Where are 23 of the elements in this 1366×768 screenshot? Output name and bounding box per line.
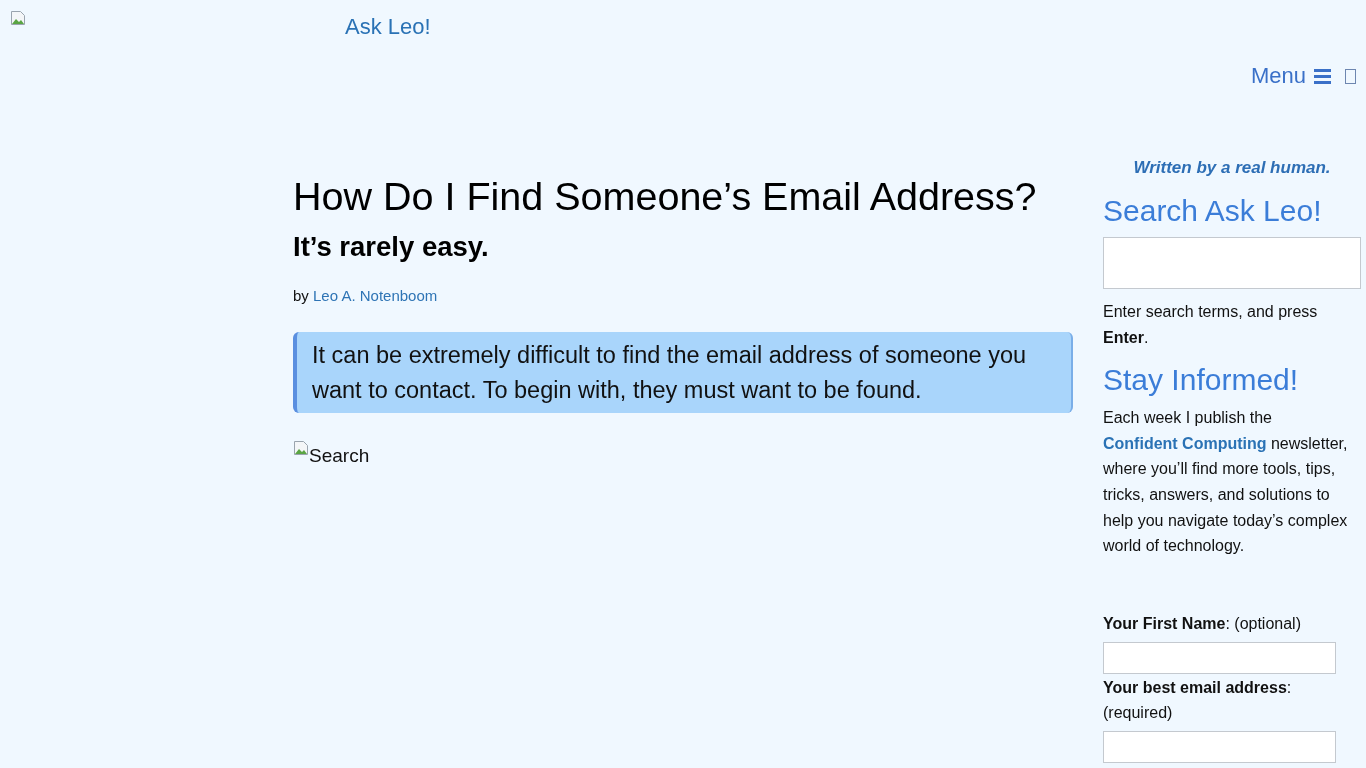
section-heading: Search Ask Leo!	[1103, 193, 1323, 229]
byline-text: by Leo A. Notenboom	[293, 286, 439, 306]
input-field[interactable]	[1103, 641, 1336, 674]
field-label: Your First Name: (optional)	[1103, 613, 1302, 634]
hamburger-icon	[1314, 68, 1331, 84]
article-subtitle: It’s rarely easy.	[293, 231, 490, 263]
newsletter-text: Each week I publish the Confident Computing newsletter, where you’ll find more tools, tips, tricks, answers, and solutions to help you navigate today’s complex world of technology.	[1103, 408, 1349, 557]
broken-image-icon	[10, 10, 26, 26]
input-field[interactable]	[1103, 730, 1336, 763]
square-icon[interactable]	[1345, 68, 1356, 84]
summary-callout: It can be extremely difficult to find the email address of someone you want to contact. To begin with, they must want to be found.	[293, 332, 1073, 413]
hint-text: Enter search terms, and press Enter.	[1103, 302, 1319, 348]
broken-image-icon	[293, 440, 309, 456]
author-link[interactable]: Leo A. Notenboom	[313, 287, 438, 304]
field-label: Your best email address: (required)	[1103, 677, 1293, 723]
tagline-text: Written by a real human.	[1132, 157, 1332, 179]
logo-link[interactable]: Ask Leo!	[345, 14, 431, 40]
newsletter-link[interactable]: Confident Computing	[1103, 434, 1267, 452]
search-field[interactable]	[1103, 237, 1361, 289]
image-alt-text: Search	[309, 444, 370, 468]
article-title: How Do I Find Someone’s Email Address?	[293, 173, 1038, 219]
menu-button[interactable]: Menu	[1250, 63, 1331, 89]
section-heading: Stay Informed!	[1103, 362, 1300, 399]
